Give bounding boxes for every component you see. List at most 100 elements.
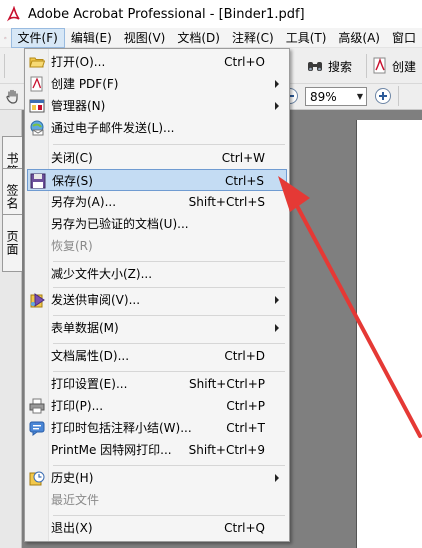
submenu-arrow-icon (275, 80, 279, 88)
submenu-arrow-icon (275, 296, 279, 304)
toolbar-separator (398, 86, 399, 106)
menu-separator (53, 287, 285, 288)
menu-item-shortcut: Ctrl+T (226, 421, 265, 435)
search-button-label: 搜索 (328, 59, 353, 74)
menu-item-save-as-certified[interactable]: 另存为已验证的文档(U)... (27, 213, 287, 235)
submenu-arrow-icon (275, 102, 279, 110)
menu-item-label: 退出(X) (51, 521, 93, 535)
menu-item-label: 文档属性(D)... (51, 349, 130, 363)
menu-item-label: 另存为已验证的文档(U)... (51, 217, 189, 231)
menu-item-label: 表单数据(M) (51, 321, 119, 335)
menu-item-organizer[interactable]: 管理器(N) (27, 95, 287, 117)
menu-item-close[interactable]: 关闭(C) Ctrl+W (27, 147, 287, 169)
menu-item-shortcut: Shift+Ctrl+S (188, 195, 265, 209)
menu-item-form-data[interactable]: 表单数据(M) (27, 317, 287, 339)
menu-item-label: 管理器(N) (51, 99, 106, 113)
menu-advanced[interactable]: 高级(A) (332, 28, 386, 48)
menu-tools[interactable]: 工具(T) (280, 28, 333, 48)
menu-item-exit[interactable]: 退出(X) Ctrl+Q (27, 517, 287, 539)
file-menu-dropdown: 打开(O)... Ctrl+O 创建 PDF(F) 管理器(N) 通过电子邮件发… (24, 48, 290, 542)
open-folder-icon (29, 57, 45, 68)
hand-tool-icon[interactable] (4, 88, 22, 106)
acrobat-logo-icon (6, 6, 20, 22)
menu-item-label: 打开(O)... (51, 55, 106, 69)
menu-separator (53, 343, 285, 344)
menu-item-document-properties[interactable]: 文档属性(D)... Ctrl+D (27, 345, 287, 367)
menu-item-shortcut: Ctrl+O (224, 55, 265, 69)
organizer-icon (29, 99, 45, 113)
menu-separator (53, 515, 285, 516)
menu-document[interactable]: 文档(D) (171, 28, 226, 48)
menu-item-label: 恢复(R) (51, 239, 93, 253)
menu-item-print[interactable]: 打印(P)... Ctrl+P (27, 395, 287, 417)
menu-item-history[interactable]: 历史(H) (27, 467, 287, 489)
binoculars-icon (308, 62, 322, 71)
menu-item-shortcut: Ctrl+W (221, 151, 265, 165)
tab-pages-label: 页面 (5, 230, 19, 256)
zoom-level-select[interactable]: 89% ▼ (305, 87, 367, 106)
menu-separator (53, 144, 285, 145)
menu-item-label: 通过电子邮件发送(L)... (51, 121, 175, 135)
menu-file[interactable]: 文件(F) (10, 27, 65, 48)
menu-separator (53, 465, 285, 466)
tab-pages[interactable]: 页面 (2, 214, 22, 272)
menu-item-label: 打印设置(E)... (51, 377, 128, 391)
pdf-page[interactable] (356, 120, 422, 548)
menu-item-print-setup[interactable]: 打印设置(E)... Shift+Ctrl+P (27, 373, 287, 395)
window-title: Adobe Acrobat Professional - [Binder1.pd… (28, 6, 305, 22)
menu-separator (53, 315, 285, 316)
menu-item-revert: 恢复(R) (27, 235, 287, 257)
menu-item-print-with-comments-summary[interactable]: 打印时包括注释小结(W)... Ctrl+T (27, 417, 287, 439)
menu-item-shortcut: Ctrl+D (224, 349, 265, 363)
submenu-arrow-icon (275, 474, 279, 482)
zoom-in-button[interactable] (375, 88, 391, 104)
menu-item-recent-files: 最近文件 (27, 489, 287, 511)
printer-icon (29, 398, 45, 414)
history-icon (29, 471, 45, 486)
menu-item-reduce-file-size[interactable]: 减少文件大小(Z)... (27, 263, 287, 285)
menu-item-shortcut: Shift+Ctrl+P (189, 377, 265, 391)
title-bar: Adobe Acrobat Professional - [Binder1.pd… (0, 0, 422, 28)
menu-item-label: 减少文件大小(Z)... (51, 267, 153, 281)
menu-item-create-pdf[interactable]: 创建 PDF(F) (27, 73, 287, 95)
chevron-down-icon[interactable]: ▼ (354, 92, 366, 101)
menu-comments[interactable]: 注释(C) (226, 28, 280, 48)
create-pdf-icon (373, 57, 386, 74)
menu-item-shortcut: Ctrl+S (224, 174, 264, 188)
toolbar-separator (366, 54, 367, 78)
menu-item-shortcut: Ctrl+Q (224, 521, 265, 535)
menu-item-label: 历史(H) (51, 471, 94, 485)
toolbar-separator (4, 54, 5, 78)
search-button[interactable]: 搜索 (306, 56, 352, 76)
email-icon (30, 120, 44, 136)
menu-view[interactable]: 视图(V) (118, 28, 172, 48)
menu-item-label: 创建 PDF(F) (51, 77, 119, 91)
menu-item-shortcut: Ctrl+P (226, 399, 265, 413)
save-icon (30, 173, 46, 189)
menu-item-label: 发送供审阅(V)... (51, 293, 141, 307)
submenu-arrow-icon (275, 324, 279, 332)
menu-item-label: 打印时包括注释小结(W)... (51, 421, 192, 435)
menu-separator (53, 261, 285, 262)
menu-item-open[interactable]: 打开(O)... Ctrl+O (27, 51, 287, 73)
menu-edit[interactable]: 编辑(E) (65, 28, 118, 48)
create-pdf-button[interactable]: 创建 (372, 56, 416, 76)
menu-item-email[interactable]: 通过电子邮件发送(L)... (27, 117, 287, 139)
menu-item-label: PrintMe 因特网打印... (51, 443, 172, 457)
menu-bar: 文件(F) 编辑(E) 视图(V) 文档(D) 注释(C) 工具(T) 高级(A… (0, 27, 422, 48)
menu-item-label: 关闭(C) (51, 151, 93, 165)
menu-item-save-as[interactable]: 另存为(A)... Shift+Ctrl+S (27, 191, 287, 213)
menu-item-send-for-review[interactable]: 发送供审阅(V)... (27, 289, 287, 311)
menu-window[interactable]: 窗口 (386, 28, 422, 48)
menu-item-label: 打印(P)... (51, 399, 104, 413)
menu-separator (53, 371, 285, 372)
tab-signatures-label: 签名 (5, 184, 19, 210)
menu-item-save[interactable]: 保存(S) Ctrl+S (27, 169, 287, 191)
create-button-label: 创建 (392, 59, 417, 74)
menu-item-shortcut: Shift+Ctrl+9 (188, 443, 265, 457)
menu-item-label: 另存为(A)... (51, 195, 117, 209)
create-pdf-icon (30, 76, 43, 92)
zoom-level-value: 89% (310, 89, 337, 104)
menu-item-printme[interactable]: PrintMe 因特网打印... Shift+Ctrl+9 (27, 439, 287, 461)
send-review-icon (30, 293, 45, 308)
